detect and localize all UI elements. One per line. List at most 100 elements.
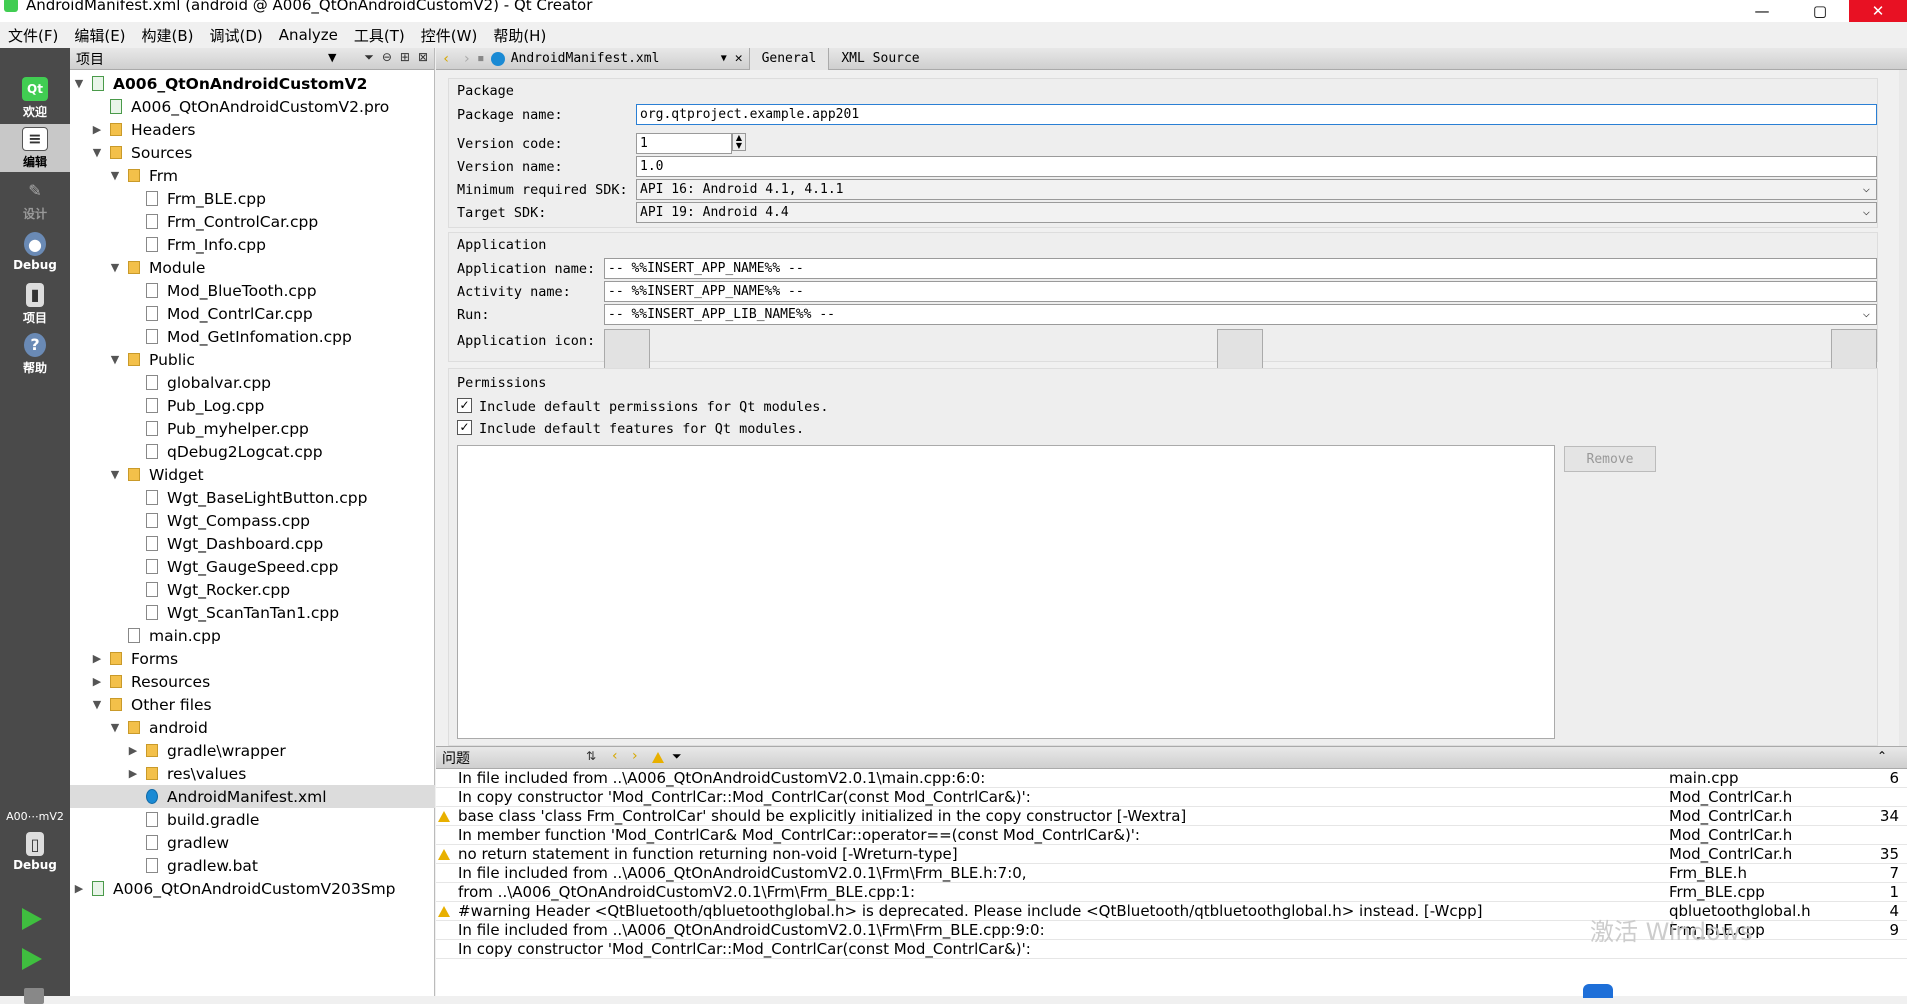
next-issue-icon[interactable]: › [632,748,638,764]
close-pane-icon[interactable]: ⊠ [418,50,428,65]
chevron-down-icon[interactable]: ▼ [108,721,122,734]
tree-item[interactable]: gradlew [70,831,435,854]
issue-row[interactable]: base class 'class Frm_ControlCar' should… [436,807,1907,826]
mode-debug[interactable]: ● Debug [0,228,70,276]
run-debug-icon[interactable] [22,948,42,970]
tree-item[interactable]: ▶ A006_QtOnAndroidCustomV203Smp [70,877,435,900]
chevron-down-icon[interactable]: ▼ [328,51,336,64]
chevron-down-icon[interactable]: ▼ [90,698,104,711]
tree-item[interactable]: Mod_GetInfomation.cpp [70,325,435,348]
tree-item[interactable]: Wgt_Compass.cpp [70,509,435,532]
issue-row[interactable]: In file included from ..\A006_QtOnAndroi… [436,864,1907,883]
tree-item[interactable]: ▶ res\values [70,762,435,785]
permissions-list[interactable] [457,445,1555,739]
sort-icon[interactable]: ⇅ [586,749,596,763]
tree-item[interactable]: main.cpp [70,624,435,647]
issue-row[interactable]: In copy constructor 'Mod_ContrlCar::Mod_… [436,788,1907,807]
chevron-right-icon[interactable]: ▶ [126,744,140,757]
min-sdk-select[interactable]: API 16: Android 4.1, 4.1.1 ⌵ [636,179,1877,200]
editor-scrollbar[interactable] [1899,70,1907,746]
include-permissions-checkbox[interactable]: ✓ [457,398,472,413]
open-file-name[interactable]: AndroidManifest.xml [511,51,721,66]
version-name-input[interactable]: 1.0 [636,156,1877,177]
tree-item[interactable]: ▼ A006_QtOnAndroidCustomV2 [70,72,435,95]
run-icon[interactable] [22,908,42,930]
tree-item[interactable]: ▼ android [70,716,435,739]
issue-row[interactable]: no return statement in function returnin… [436,845,1907,864]
tree-item[interactable]: Wgt_Rocker.cpp [70,578,435,601]
prev-issue-icon[interactable]: ‹ [612,748,618,764]
tree-item[interactable]: qDebug2Logcat.cpp [70,440,435,463]
filter-icon[interactable]: ⏷ [672,749,682,764]
chevron-right-icon[interactable]: ▶ [90,652,104,665]
build-icon[interactable] [24,988,44,1004]
tree-item[interactable]: ▶ Headers [70,118,435,141]
include-features-checkbox[interactable]: ✓ [457,420,472,435]
tab-general[interactable]: General [748,47,829,70]
warning-filter-icon[interactable] [652,752,664,763]
split-icon[interactable]: ⊞ [400,50,410,65]
chevron-right-icon[interactable]: ▶ [72,882,86,895]
tree-item[interactable]: Wgt_Dashboard.cpp [70,532,435,555]
mode-edit[interactable]: ≡ 编辑 [0,124,70,172]
minimize-button[interactable]: — [1733,0,1791,22]
app-name-input[interactable]: -- %%INSERT_APP_NAME%% -- [604,258,1877,279]
tree-item[interactable]: ▶ Forms [70,647,435,670]
menu-debug[interactable]: 调试(D) [202,25,271,46]
menu-tools[interactable]: 工具(T) [346,25,413,46]
chevron-down-icon[interactable]: ▼ [72,77,86,90]
tree-item[interactable]: ▼ Public [70,348,435,371]
chevron-down-icon[interactable]: ▼ [108,261,122,274]
tree-item[interactable]: ▼ Module [70,256,435,279]
tree-item[interactable]: Mod_BlueTooth.cpp [70,279,435,302]
menu-help[interactable]: 帮助(H) [485,25,554,46]
tree-item[interactable]: Pub_myhelper.cpp [70,417,435,440]
spin-arrows-icon[interactable]: ▲ ▼ [732,133,746,151]
menu-controls[interactable]: 控件(W) [413,25,486,46]
package-name-input[interactable]: org.qtproject.example.app201 [636,104,1877,125]
chevron-down-icon[interactable]: ▼ [90,146,104,159]
tree-item[interactable]: ▼ Frm [70,164,435,187]
tree-item[interactable]: Wgt_ScanTanTan1.cpp [70,601,435,624]
tree-item[interactable]: AndroidManifest.xml [70,785,435,808]
chevron-down-icon[interactable]: ▼ [108,169,122,182]
tab-xml-source[interactable]: XML Source [828,47,931,70]
chevron-down-icon[interactable]: ▼ [108,468,122,481]
tree-item[interactable]: ▶ gradle\wrapper [70,739,435,762]
kit-selector[interactable]: ▯ Debug [0,828,70,876]
tree-item[interactable]: ▼ Widget [70,463,435,486]
issue-row[interactable]: from ..\A006_QtOnAndroidCustomV2.0.1\Frm… [436,883,1907,902]
chevron-down-icon[interactable]: ▼ [721,53,727,64]
tree-item[interactable]: Wgt_GaugeSpeed.cpp [70,555,435,578]
tree-item[interactable]: Frm_Info.cpp [70,233,435,256]
chevron-down-icon[interactable]: ▼ [108,353,122,366]
menu-edit[interactable]: 编辑(E) [66,25,133,46]
chevron-right-icon[interactable]: ▶ [126,767,140,780]
menu-analyze[interactable]: Analyze [271,26,346,44]
mode-help[interactable]: ? 帮助 [0,330,70,378]
tree-item[interactable]: Wgt_BaseLightButton.cpp [70,486,435,509]
issue-row[interactable]: In member function 'Mod_ContrlCar& Mod_C… [436,826,1907,845]
tree-item[interactable]: Pub_Log.cpp [70,394,435,417]
run-select[interactable]: -- %%INSERT_APP_LIB_NAME%% -- ⌵ [604,304,1877,325]
close-button[interactable]: ✕ [1849,0,1907,22]
mode-project[interactable]: ▮ 项目 [0,280,70,328]
close-document-icon[interactable]: ✕ [735,51,743,66]
tree-item[interactable]: ▼ Other files [70,693,435,716]
tree-item[interactable]: globalvar.cpp [70,371,435,394]
chevron-right-icon[interactable]: ▶ [90,675,104,688]
back-icon[interactable]: ‹ [442,51,450,67]
activity-name-input[interactable]: -- %%INSERT_APP_NAME%% -- [604,281,1877,302]
mode-design[interactable]: ✎ 设计 [0,176,70,224]
issue-row[interactable]: In file included from ..\A006_QtOnAndroi… [436,769,1907,788]
tree-item[interactable]: A006_QtOnAndroidCustomV2.pro [70,95,435,118]
tree-item[interactable]: Mod_ContrlCar.cpp [70,302,435,325]
maximize-pane-icon[interactable]: ⌃ [1877,749,1887,763]
tree-item[interactable]: ▶ Resources [70,670,435,693]
link-icon[interactable]: ⊖ [382,50,392,65]
chevron-right-icon[interactable]: ▶ [90,123,104,136]
tree-item[interactable]: build.gradle [70,808,435,831]
target-sdk-select[interactable]: API 19: Android 4.4 ⌵ [636,202,1877,223]
remove-button[interactable]: Remove [1564,446,1656,472]
maximize-button[interactable]: ▢ [1791,0,1849,22]
